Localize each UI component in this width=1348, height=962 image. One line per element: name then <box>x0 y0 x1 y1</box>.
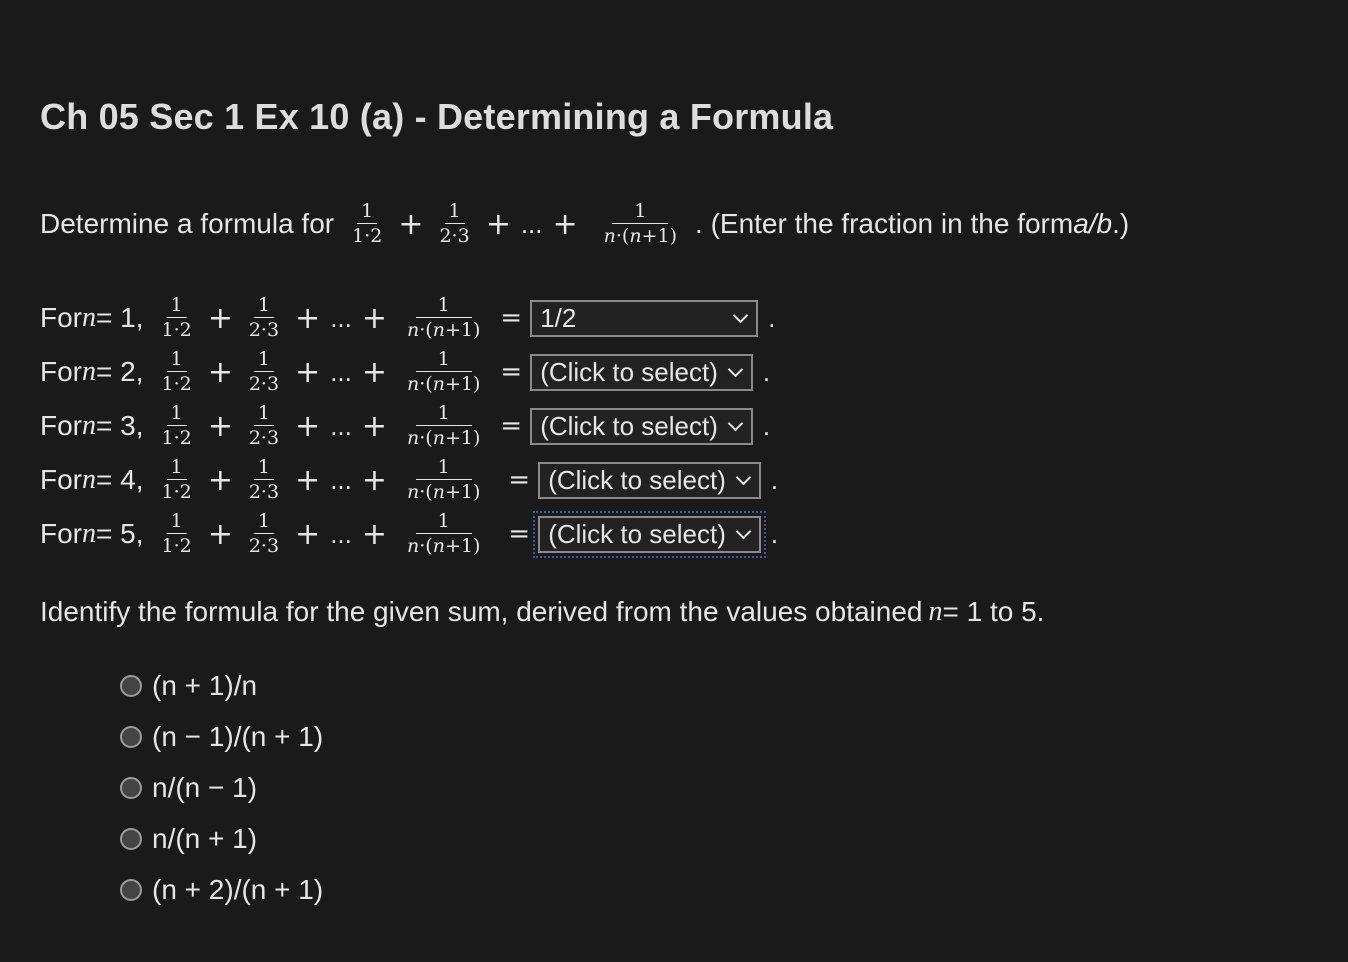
fraction: 1 1·2 <box>352 200 383 247</box>
fraction-general: 1 n·(n+1) <box>603 200 678 247</box>
intro-prefix: Determine a formula for <box>40 208 335 239</box>
intro-line: Determine a formula for 1 1·2 + 1 2·3 + ..… <box>40 202 1129 246</box>
option-5[interactable]: (n + 2)/(n + 1) <box>120 864 323 915</box>
fraction: 1 1·2 <box>161 294 192 341</box>
row-n1: For n = 1, 1 1·2 + 1 2·3 + ... + 1 n·(n+1) … <box>40 294 776 341</box>
radio-button[interactable] <box>120 878 142 901</box>
option-4[interactable]: n/(n + 1) <box>120 813 323 864</box>
page-title: Ch 05 Sec 1 Ex 10 (a) - Determining a Fo… <box>40 96 834 137</box>
chevron-down-icon <box>735 469 752 485</box>
fraction: 1 1·2 <box>161 348 192 395</box>
identify-line: Identify the formula for the given sum, … <box>40 596 1045 627</box>
plus-sign: + <box>552 206 578 242</box>
row-n5: For n = 5, 1 1·2 + 1 2·3 + ... + 1 n·(n+1) … <box>40 510 779 558</box>
fraction-general: 1 n·(n+1) <box>407 348 481 395</box>
formula-options: (n + 1)/n (n − 1)/(n + 1) n/(n − 1) n/(n… <box>120 660 323 915</box>
ellipsis: ... <box>520 208 543 239</box>
option-3[interactable]: n/(n − 1) <box>120 762 323 813</box>
chevron-down-icon <box>732 307 749 323</box>
page: Ch 05 Sec 1 Ex 10 (a) - Determining a Fo… <box>0 0 1348 962</box>
fraction: 1 1·2 <box>161 402 192 449</box>
fraction: 1 2·3 <box>248 456 280 503</box>
fraction-general: 1 n·(n+1) <box>407 294 481 341</box>
intro-suffix: . (Enter the fraction in the form <box>695 208 1074 239</box>
plus-sign: + <box>398 206 424 242</box>
fraction: 1 1·2 <box>161 456 192 503</box>
row-n2: For n = 2, 1 1·2 + 1 2·3 + ... + 1 n·(n+1) … <box>40 348 771 395</box>
row-n3: For n = 3, 1 1·2 + 1 2·3 + ... + 1 n·(n+1) … <box>40 402 771 449</box>
fraction-general: 1 n·(n+1) <box>407 456 481 503</box>
plus-sign: + <box>485 206 511 242</box>
row-n4: For n = 4, 1 1·2 + 1 2·3 + ... + 1 n·(n+1) … <box>40 456 779 503</box>
radio-button[interactable] <box>120 674 142 697</box>
radio-button[interactable] <box>120 776 142 799</box>
intro-form: a/b <box>1073 208 1113 239</box>
fraction: 1 2·3 <box>248 348 280 395</box>
fraction-general: 1 n·(n+1) <box>407 510 481 557</box>
chevron-down-icon <box>727 415 744 431</box>
fraction: 1 2·3 <box>439 200 470 247</box>
answer-select-n2[interactable]: (Click to select) <box>530 353 753 391</box>
radio-button[interactable] <box>120 725 142 748</box>
answer-select-n5[interactable]: (Click to select) <box>533 510 766 558</box>
option-2[interactable]: (n − 1)/(n + 1) <box>120 711 323 762</box>
answer-select-n4[interactable]: (Click to select) <box>538 461 761 499</box>
fraction: 1 2·3 <box>248 510 280 557</box>
chevron-down-icon <box>727 361 744 377</box>
answer-select-n1[interactable]: 1/2 <box>530 299 759 337</box>
intro-close: .) <box>1112 208 1130 239</box>
radio-button[interactable] <box>120 827 142 850</box>
answer-select-n3[interactable]: (Click to select) <box>530 407 753 445</box>
fraction: 1 2·3 <box>248 294 280 341</box>
chevron-down-icon <box>735 523 752 539</box>
option-1[interactable]: (n + 1)/n <box>120 660 323 711</box>
fraction-general: 1 n·(n+1) <box>407 402 481 449</box>
fraction: 1 2·3 <box>248 402 280 449</box>
fraction: 1 1·2 <box>161 510 192 557</box>
